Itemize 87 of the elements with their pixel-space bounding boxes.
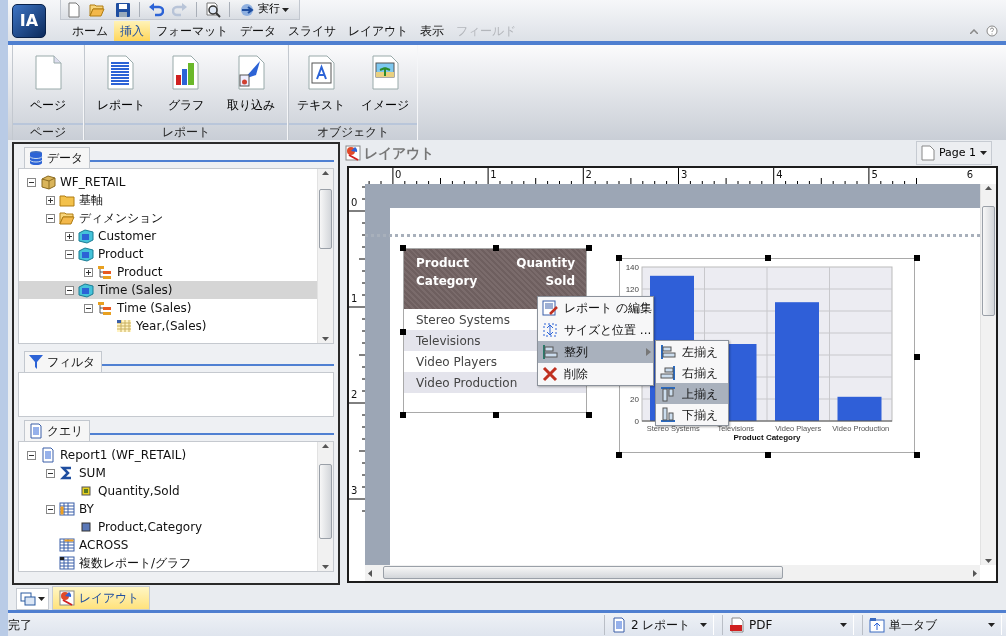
ruler-number: 2 bbox=[351, 390, 358, 400]
ribbon-group-label: ページ bbox=[13, 123, 83, 140]
dropdown[interactable]: PDF bbox=[722, 614, 854, 635]
ruler-number: 1 bbox=[490, 170, 497, 180]
tree-label[interactable]: ACROSS bbox=[79, 538, 129, 552]
status-text: 完了 bbox=[8, 616, 32, 634]
ribbon-button[interactable]: グラフ bbox=[164, 55, 208, 114]
table-cell-text: Stereo Systems bbox=[416, 311, 510, 329]
menu-heading[interactable]: スライサ bbox=[282, 21, 342, 41]
column-header: Quantity Sold bbox=[515, 255, 575, 290]
tree-row[interactable]: Time (Sales) bbox=[19, 281, 317, 299]
tree-row[interactable]: Product,Category bbox=[19, 518, 317, 536]
menu-heading[interactable]: 表示 bbox=[414, 21, 450, 41]
tree-label[interactable]: Time (Sales) bbox=[98, 283, 173, 297]
tree-label[interactable]: 基軸 bbox=[79, 193, 103, 207]
axis-title: Product Category bbox=[733, 433, 801, 442]
ribbon-group-label: オブジェクト bbox=[289, 123, 417, 140]
tree-row[interactable]: Quantity,Sold bbox=[19, 482, 317, 500]
tree-row[interactable]: Product bbox=[19, 263, 317, 281]
ruler-number: 4 bbox=[776, 170, 783, 180]
tree-label[interactable]: ディメンション bbox=[79, 211, 163, 225]
axis-tick-label: 0 bbox=[634, 417, 639, 426]
tree-label[interactable]: BY bbox=[79, 502, 94, 516]
ribbon-group-label: レポート bbox=[85, 123, 287, 140]
menu-item[interactable]: 整列 bbox=[538, 341, 653, 363]
ribbon-button[interactable]: ページ bbox=[26, 55, 70, 114]
tree-label[interactable]: 複数レポート/グラフ bbox=[79, 556, 192, 570]
tree-label[interactable]: WF_RETAIL bbox=[60, 175, 126, 189]
tree-row[interactable]: Time (Sales) bbox=[19, 299, 317, 317]
ribbon-button[interactable]: 取り込み bbox=[223, 55, 280, 114]
tree-row[interactable]: Customer bbox=[19, 227, 317, 245]
tree-label[interactable]: Product,Category bbox=[98, 520, 203, 534]
menu-heading[interactable]: レイアウト bbox=[342, 21, 414, 41]
axis-tick-label: 140 bbox=[625, 263, 639, 272]
ruler-number: 2 bbox=[585, 170, 592, 180]
tree-label[interactable]: Product bbox=[98, 247, 144, 261]
tree-label[interactable]: Product bbox=[117, 265, 163, 279]
tree-row[interactable]: 複数レポート/グラフ bbox=[19, 554, 317, 571]
menu-heading[interactable]: データ bbox=[234, 21, 282, 41]
ruler-number: 6 bbox=[966, 170, 974, 180]
ribbon-button[interactable]: テキスト bbox=[293, 55, 349, 114]
tree-row[interactable]: Report1 (WF_RETAIL) bbox=[19, 446, 317, 464]
panel-title: フィルタ bbox=[47, 354, 95, 371]
page-button[interactable]: Page 1 bbox=[915, 141, 992, 165]
tree-label[interactable]: Customer bbox=[98, 229, 157, 243]
table-cell-text: Video Production bbox=[416, 374, 518, 392]
column-header: Product Category bbox=[416, 255, 479, 290]
ruler-number: 0 bbox=[395, 170, 402, 180]
tree-row[interactable]: SUM bbox=[19, 464, 317, 482]
menu-item[interactable]: 下揃え bbox=[656, 404, 728, 425]
tree-label[interactable]: SUM bbox=[79, 466, 106, 480]
tree-label[interactable]: Quantity,Sold bbox=[98, 484, 180, 498]
tree-label[interactable]: Report1 (WF_RETAIL) bbox=[60, 448, 187, 462]
menu-item[interactable]: 右揃え bbox=[656, 362, 728, 383]
ruler-number: 3 bbox=[680, 170, 688, 180]
axis-tick-label: 20 bbox=[630, 395, 639, 404]
ruler-number: 5 bbox=[871, 170, 878, 180]
panel-title: レイアウト bbox=[364, 143, 434, 163]
menu-item[interactable]: 上揃え bbox=[656, 383, 728, 404]
tree-row[interactable]: Product bbox=[19, 245, 317, 263]
tree-label[interactable]: Time (Sales) bbox=[117, 301, 192, 315]
dropdown[interactable]: 2 レポート bbox=[604, 614, 714, 635]
panel-title: クエリ bbox=[47, 423, 83, 440]
dropdown[interactable]: 単一タブ bbox=[862, 614, 1002, 635]
tree-row[interactable]: ACROSS bbox=[19, 536, 317, 554]
ruler-number: 1 bbox=[351, 294, 358, 304]
tree-row[interactable]: Year,(Sales) bbox=[19, 317, 317, 335]
tree-label[interactable]: Year,(Sales) bbox=[136, 319, 207, 333]
panel-title: データ bbox=[47, 150, 83, 167]
menu-item[interactable]: 左揃え bbox=[656, 341, 728, 362]
ribbon-button[interactable]: イメージ bbox=[357, 55, 413, 114]
layout-tab[interactable]: レイアウト bbox=[52, 586, 150, 610]
axis-tick-label: 120 bbox=[625, 285, 639, 294]
table-cell-text: Video Players bbox=[416, 353, 498, 371]
ribbon-button[interactable]: レポート bbox=[92, 55, 149, 114]
app-logo[interactable]: IA bbox=[12, 4, 46, 38]
menu-heading[interactable]: ホーム bbox=[66, 21, 114, 41]
menu-heading[interactable]: フォーマット bbox=[150, 21, 234, 41]
menu-heading[interactable]: 挿入 bbox=[114, 21, 150, 41]
table-cell-text: Televisions bbox=[416, 332, 481, 350]
tree-row[interactable]: WF_RETAIL bbox=[19, 173, 317, 191]
run-button[interactable]: 実行 bbox=[238, 1, 291, 18]
tree-row[interactable]: ディメンション bbox=[19, 209, 317, 227]
ruler-number: 0 bbox=[351, 198, 358, 208]
tree-row[interactable]: 基軸 bbox=[19, 191, 317, 209]
ruler-number: 3 bbox=[351, 486, 358, 496]
tree-row[interactable]: BY bbox=[19, 500, 317, 518]
